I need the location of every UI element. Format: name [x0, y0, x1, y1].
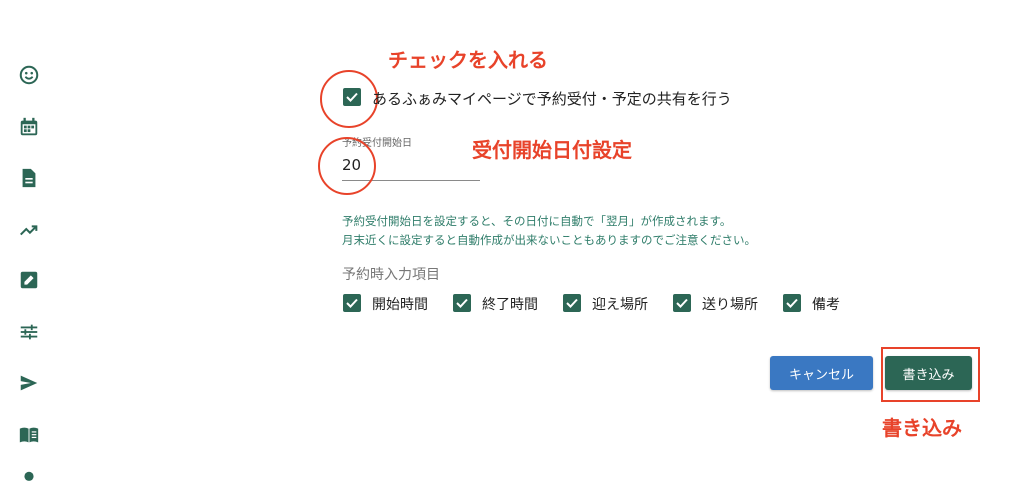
check-icon [346, 92, 358, 102]
item-checkbox-end-time[interactable] [453, 294, 471, 312]
check-icon [346, 298, 358, 308]
book-icon[interactable] [17, 423, 41, 447]
edit-icon[interactable] [17, 268, 41, 292]
check-icon [786, 298, 798, 308]
item-label-notes: 備考 [812, 297, 840, 313]
check-icon [566, 298, 578, 308]
share-checkbox[interactable] [343, 88, 361, 106]
person-icon[interactable] [17, 468, 41, 492]
cancel-button[interactable]: キャンセル [770, 356, 873, 390]
note-line-2: 月末近くに設定すると自動作成が出来ないこともありますのでご注意ください。 [342, 233, 756, 247]
annotation-check: チェックを入れる [388, 48, 548, 72]
smiley-icon[interactable] [17, 63, 41, 87]
item-checkbox-pickup[interactable] [563, 294, 581, 312]
sliders-icon[interactable] [17, 320, 41, 344]
sidebar [0, 0, 60, 481]
send-icon[interactable] [17, 371, 41, 395]
write-button[interactable]: 書き込み [885, 356, 972, 390]
item-checkbox-start-time[interactable] [343, 294, 361, 312]
annotation-start-date: 受付開始日付設定 [472, 138, 632, 162]
item-label-dropoff: 送り場所 [702, 297, 758, 313]
item-label-pickup: 迎え場所 [592, 297, 648, 313]
item-checkbox-dropoff[interactable] [673, 294, 691, 312]
check-icon [456, 298, 468, 308]
annotation-write: 書き込み [882, 416, 962, 440]
item-label-start-time: 開始時間 [372, 297, 428, 313]
annotation-circle-start-day [318, 137, 376, 195]
share-checkbox-label: あるふぁみマイページで予約受付・予定の共有を行う [372, 90, 732, 108]
document-icon[interactable] [17, 166, 41, 190]
item-label-end-time: 終了時間 [482, 297, 538, 313]
note-line-1: 予約受付開始日を設定すると、その日付に自動で「翌月」が作成されます。 [342, 214, 732, 228]
check-icon [676, 298, 688, 308]
input-items-title: 予約時入力項目 [342, 267, 440, 283]
item-checkbox-notes[interactable] [783, 294, 801, 312]
trending-up-icon[interactable] [17, 218, 41, 242]
calendar-icon[interactable] [17, 115, 41, 139]
